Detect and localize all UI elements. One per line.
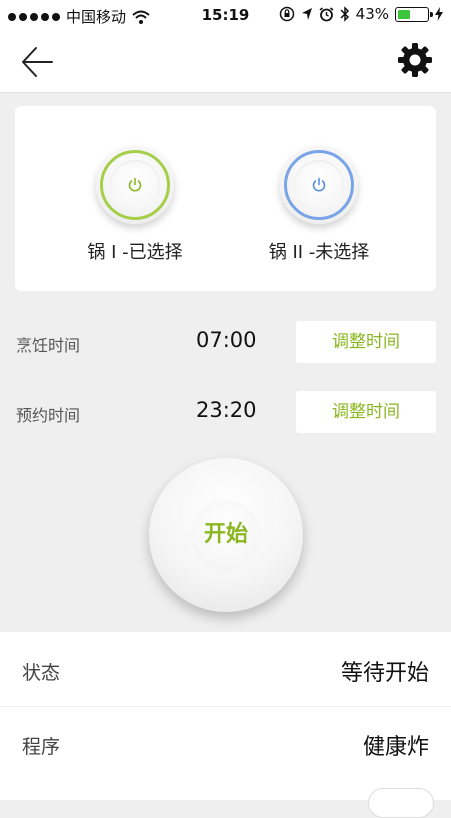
- location-icon: [301, 8, 312, 20]
- start-button-label: 开始: [191, 500, 261, 570]
- power-icon: [312, 177, 326, 192]
- divider: [0, 706, 451, 707]
- pot-2-button[interactable]: [280, 146, 358, 224]
- reservation-time-value: 23:20: [196, 398, 257, 422]
- toggle-switch[interactable]: [368, 788, 434, 818]
- program-label: 程序: [22, 736, 61, 758]
- cooking-time-label: 烹饪时间: [16, 336, 81, 355]
- adjust-cooking-time-button[interactable]: 调整时间: [296, 321, 436, 363]
- rotation-lock-icon: [279, 6, 294, 22]
- program-value: 健康炸: [362, 735, 429, 760]
- power-icon: [128, 177, 142, 192]
- adjust-reservation-time-button[interactable]: 调整时间: [296, 391, 436, 433]
- pot-1[interactable]: 锅 I -已选择: [35, 146, 235, 264]
- alarm-icon: [319, 6, 334, 21]
- pot-1-label: 锅 I -已选择: [87, 242, 183, 263]
- pot-2[interactable]: 锅 II -未选择: [219, 146, 419, 264]
- charging-icon: [435, 7, 443, 21]
- back-arrow-icon[interactable]: [18, 42, 58, 82]
- pot-selection-card: 锅 I -已选择 锅 II -未选择: [15, 106, 436, 291]
- pot-2-label: 锅 II -未选择: [268, 242, 370, 263]
- info-panel: 状态 等待开始 程序 健康炸: [0, 632, 451, 800]
- battery-fill: [398, 9, 410, 19]
- battery-icon: [395, 6, 433, 22]
- pot-1-button[interactable]: [96, 146, 174, 224]
- battery-percent: 43%: [355, 5, 389, 23]
- bluetooth-icon: [340, 6, 349, 22]
- cooking-time-value: 07:00: [196, 328, 257, 352]
- nav-bar: [0, 30, 451, 93]
- status-bar: 中国移动 15:19 43%: [0, 0, 451, 30]
- status-right: 43%: [279, 5, 443, 23]
- status-value: 等待开始: [340, 661, 429, 686]
- reservation-time-label: 预约时间: [16, 406, 81, 425]
- gear-icon[interactable]: [397, 42, 433, 78]
- start-button[interactable]: 开始: [149, 458, 303, 612]
- status-label: 状态: [22, 662, 61, 684]
